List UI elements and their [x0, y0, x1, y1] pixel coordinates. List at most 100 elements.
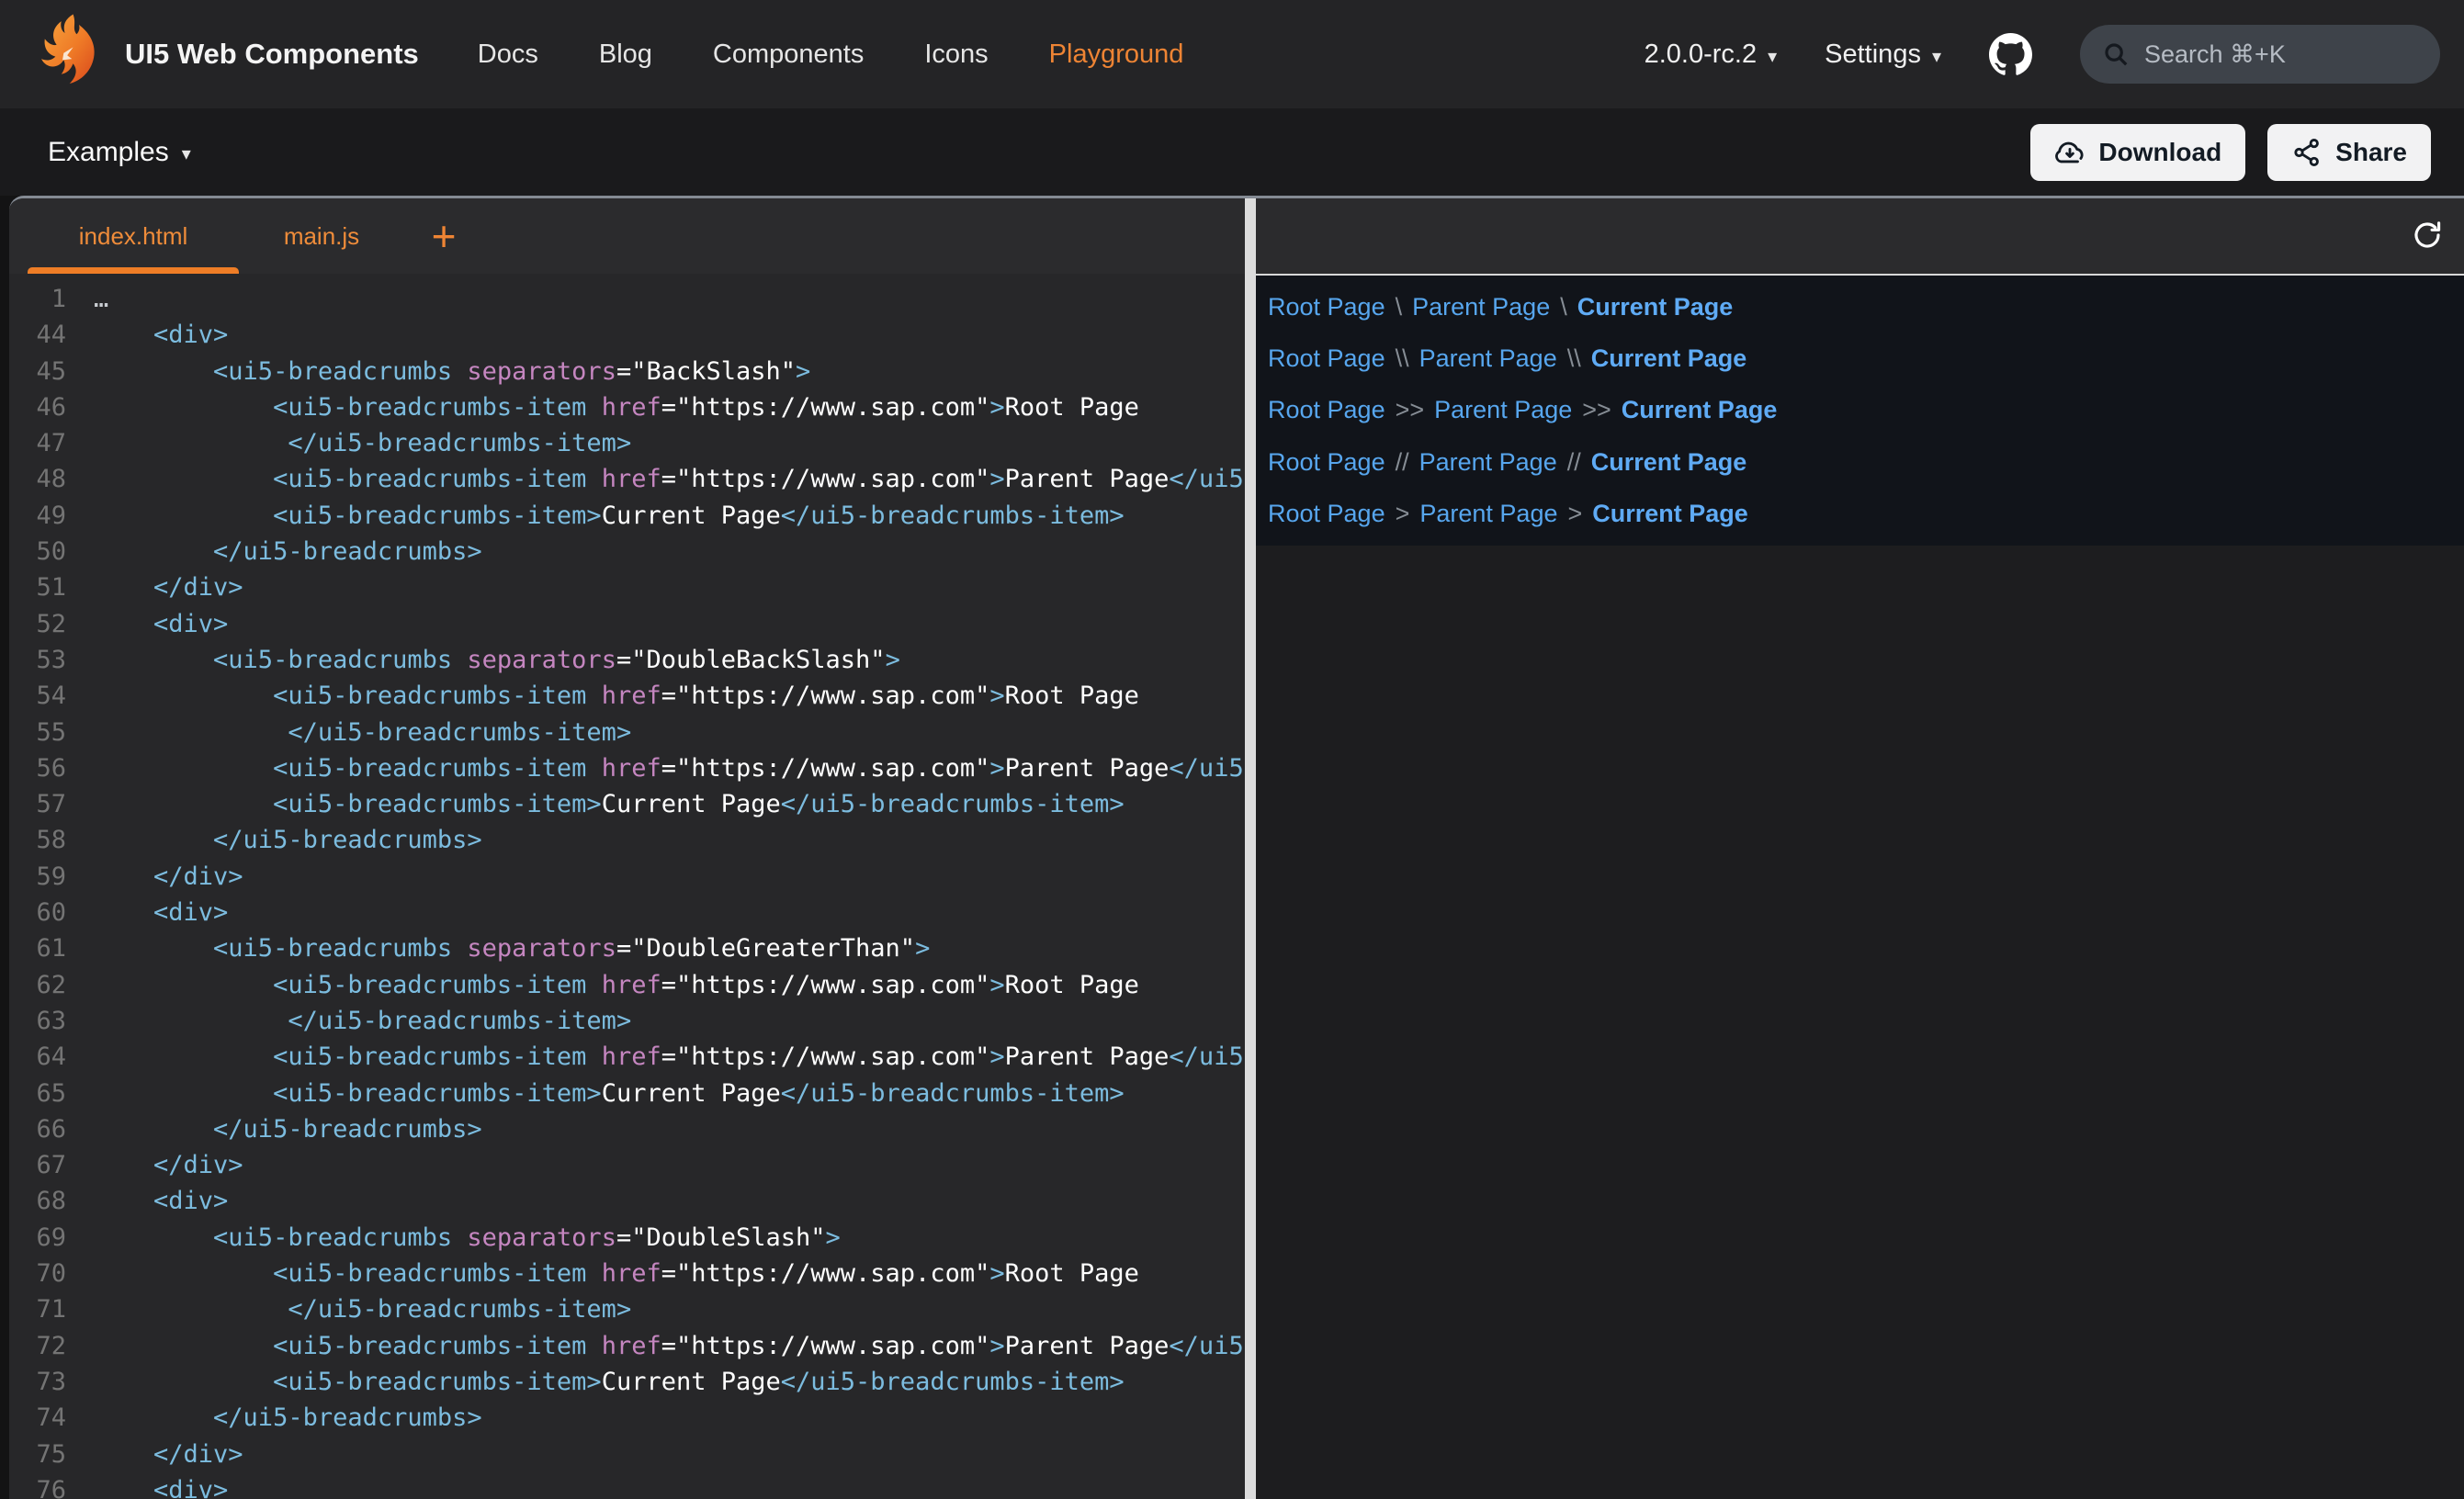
line-number: 63: [9, 1003, 94, 1039]
code-token: <ui5-breadcrumbs-item>: [94, 790, 602, 818]
line-number: 55: [9, 715, 94, 750]
code-token: </ui5-breadcrumbs>: [94, 826, 482, 854]
code-token: >: [989, 1332, 1004, 1360]
code-token: Parent Page: [1005, 754, 1170, 783]
code-token: </ui5-breadcrumbs-item>: [781, 790, 1125, 818]
line-number: 52: [9, 606, 94, 642]
code-token: href: [602, 682, 661, 710]
code-token: </ui5-breadcrumbs>: [94, 1403, 482, 1432]
code-content: <ui5-breadcrumbs-item href="https://www.…: [94, 1039, 1245, 1075]
code-token: </div>: [94, 1440, 243, 1469]
code-token: Current Page: [602, 502, 781, 530]
code-token: </ui5-breadcrumbs-item>: [94, 1295, 631, 1324]
code-content: <ui5-breadcrumbs-item href="https://www.…: [94, 678, 1139, 714]
examples-dropdown[interactable]: Examples ▾: [48, 137, 191, 168]
breadcrumb-link[interactable]: Root Page: [1268, 293, 1385, 321]
code-token: Root Page: [1005, 1259, 1139, 1288]
breadcrumb-link[interactable]: Parent Page: [1419, 500, 1557, 528]
code-token: <div>: [94, 1476, 228, 1499]
add-tab-button[interactable]: +: [404, 198, 483, 274]
breadcrumb-current[interactable]: Current Page: [1592, 500, 1748, 528]
code-line: 1…: [9, 281, 1245, 317]
code-content: <div>: [94, 1183, 228, 1219]
breadcrumbs-row: Root Page//Parent Page//Current Page: [1268, 436, 2464, 488]
code-token: >: [886, 646, 900, 674]
top-navbar: UI5 Web Components DocsBlogComponentsIco…: [0, 0, 2464, 108]
code-token: </ui5-breadcrumbs-item>: [781, 1079, 1125, 1108]
header-right: 2.0.0-rc.2 ▾ Settings ▾ Search ⌘+K: [1645, 25, 2440, 84]
split-drag-handle[interactable]: [1245, 198, 1256, 1499]
code-line: 63 </ui5-breadcrumbs-item>: [9, 1003, 1245, 1039]
breadcrumb-link[interactable]: Root Page: [1268, 344, 1385, 373]
code-content: </ui5-breadcrumbs>: [94, 534, 482, 569]
breadcrumb-current[interactable]: Current Page: [1591, 344, 1747, 373]
code-line: 74 </ui5-breadcrumbs>: [9, 1400, 1245, 1436]
line-number: 65: [9, 1076, 94, 1111]
breadcrumb-separator: >>: [1396, 396, 1425, 424]
line-number: 47: [9, 425, 94, 461]
nav-link-docs[interactable]: Docs: [478, 39, 538, 70]
code-line: 47 </ui5-breadcrumbs-item>: [9, 425, 1245, 461]
code-line: 57 <ui5-breadcrumbs-item>Current Page</u…: [9, 786, 1245, 822]
nav-link-icons[interactable]: Icons: [924, 39, 988, 70]
share-label: Share: [2335, 138, 2407, 167]
breadcrumb-link[interactable]: Root Page: [1268, 396, 1385, 424]
breadcrumb-current[interactable]: Current Page: [1622, 396, 1778, 424]
code-token: Root Page: [1005, 682, 1139, 710]
nav-link-components[interactable]: Components: [713, 39, 864, 70]
code-token: ="https://www.sap.com": [661, 682, 990, 710]
breadcrumb-link[interactable]: Root Page: [1268, 448, 1385, 477]
search-placeholder: Search ⌘+K: [2144, 40, 2286, 69]
version-dropdown[interactable]: 2.0.0-rc.2 ▾: [1645, 39, 1778, 70]
line-number: 72: [9, 1328, 94, 1364]
code-token: >: [989, 682, 1004, 710]
settings-label: Settings: [1825, 39, 1921, 70]
code-content: <ui5-breadcrumbs-item href="https://www.…: [94, 1328, 1245, 1364]
breadcrumb-separator: \: [1396, 293, 1403, 321]
code-content: <ui5-breadcrumbs-item href="https://www.…: [94, 750, 1245, 786]
code-line: 65 <ui5-breadcrumbs-item>Current Page</u…: [9, 1076, 1245, 1111]
line-number: 60: [9, 895, 94, 930]
download-button[interactable]: Download: [2030, 124, 2245, 181]
preview-frame: Root Page\Parent Page\Current PageRoot P…: [1256, 274, 2464, 546]
breadcrumb-link[interactable]: Parent Page: [1434, 396, 1572, 424]
line-number: 48: [9, 461, 94, 497]
editor-tab-index.html[interactable]: index.html: [28, 198, 239, 274]
code-line: 45 <ui5-breadcrumbs separators="BackSlas…: [9, 354, 1245, 389]
code-token: </ui5-breadcrumbs-item>: [94, 718, 631, 747]
code-token: </ui5-breadcrumbs-item>: [781, 1368, 1125, 1396]
examples-label: Examples: [48, 137, 169, 168]
line-number: 71: [9, 1291, 94, 1327]
breadcrumb-current[interactable]: Current Page: [1577, 293, 1734, 321]
code-token: Current Page: [602, 1368, 781, 1396]
code-token: >: [989, 393, 1004, 422]
nav-link-playground[interactable]: Playground: [1049, 39, 1184, 70]
settings-dropdown[interactable]: Settings ▾: [1825, 39, 1941, 70]
code-content: </div>: [94, 1147, 243, 1183]
code-content: </ui5-breadcrumbs>: [94, 1400, 482, 1436]
code-token: ="https://www.sap.com": [661, 465, 990, 493]
code-line: 64 <ui5-breadcrumbs-item href="https://w…: [9, 1039, 1245, 1075]
breadcrumb-link[interactable]: Root Page: [1268, 500, 1385, 528]
code-token: <ui5-breadcrumbs: [94, 1223, 467, 1252]
code-token: </ui5-breadcrumbs-item>: [1169, 1332, 1245, 1360]
nav-link-blog[interactable]: Blog: [599, 39, 652, 70]
breadcrumb-separator: \\: [1396, 344, 1409, 373]
code-token: ="DoubleBackSlash": [616, 646, 886, 674]
breadcrumb-current[interactable]: Current Page: [1591, 448, 1747, 477]
code-area[interactable]: 1…44 <div>45 <ui5-breadcrumbs separators…: [9, 274, 1245, 1499]
line-number: 75: [9, 1437, 94, 1472]
code-token: </ui5-breadcrumbs>: [94, 1115, 482, 1144]
code-line: 62 <ui5-breadcrumbs-item href="https://w…: [9, 967, 1245, 1003]
search-input[interactable]: Search ⌘+K: [2080, 25, 2440, 84]
breadcrumbs-row: Root Page\\Parent Page\\Current Page: [1268, 332, 2464, 384]
breadcrumb-link[interactable]: Parent Page: [1412, 293, 1550, 321]
editor-tab-main.js[interactable]: main.js: [239, 198, 404, 274]
code-content: <ui5-breadcrumbs-item href="https://www.…: [94, 461, 1245, 497]
breadcrumb-link[interactable]: Parent Page: [1419, 448, 1557, 477]
breadcrumb-link[interactable]: Parent Page: [1419, 344, 1557, 373]
line-number: 64: [9, 1039, 94, 1075]
share-button[interactable]: Share: [2267, 124, 2431, 181]
refresh-button[interactable]: [2409, 218, 2446, 254]
github-icon[interactable]: [1989, 33, 2032, 76]
